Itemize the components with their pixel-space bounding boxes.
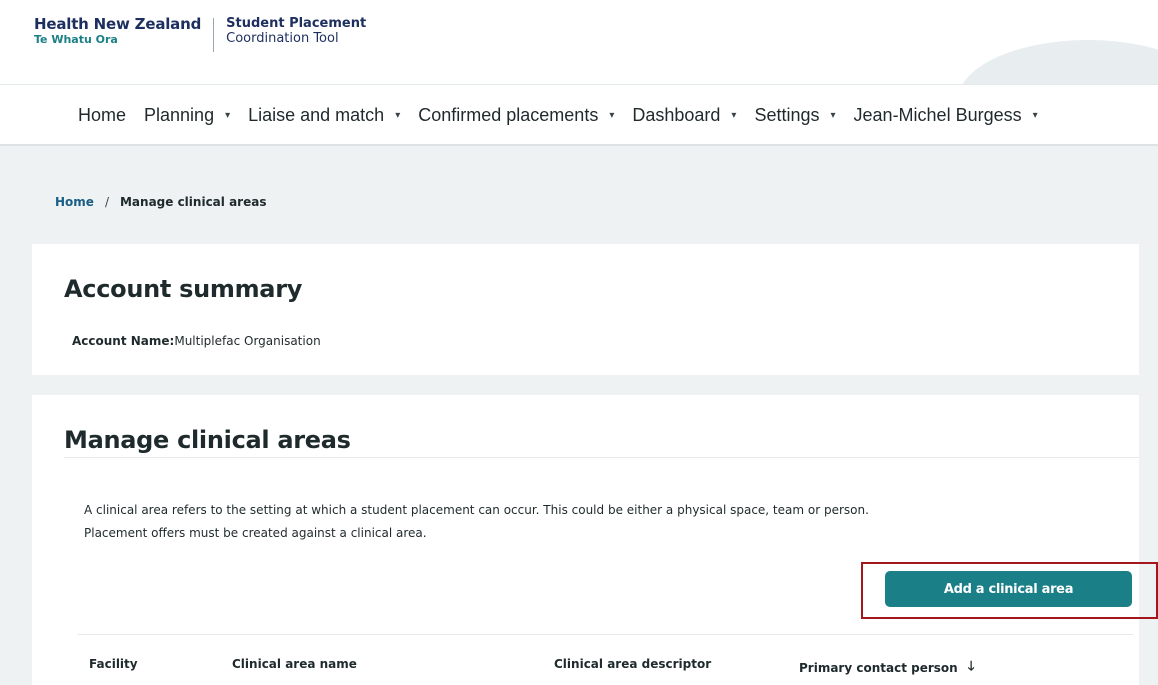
caret-down-icon: ▾	[731, 110, 737, 121]
breadcrumb-current: Manage clinical areas	[119, 195, 267, 209]
description: A clinical area refers to the setting at…	[84, 499, 1084, 545]
brand-subtitle: Te Whatu Ora	[34, 33, 118, 46]
caret-down-icon: ▾	[830, 110, 836, 121]
column-label: Facility	[89, 657, 138, 671]
column-header-primary-contact-person[interactable]: Primary contact person 🡓	[799, 657, 974, 679]
caret-down-icon: ▾	[1032, 110, 1038, 121]
column-label: Clinical area name	[232, 657, 357, 671]
nav-dashboard[interactable]: Dashboard ▾	[632, 105, 736, 126]
column-header-clinical-area-descriptor[interactable]: Clinical area descriptor	[554, 657, 711, 671]
nav-label: Settings	[754, 105, 820, 125]
column-header-clinical-area-name[interactable]: Clinical area name	[232, 657, 357, 671]
header-decoration	[958, 40, 1158, 84]
nav-label: Confirmed placements	[418, 105, 599, 125]
nav-liaise-and-match[interactable]: Liaise and match ▾	[248, 105, 400, 126]
breadcrumb-separator: /	[104, 195, 109, 209]
account-summary-title: Account summary	[64, 275, 303, 303]
site-header: Health New Zealand Te Whatu Ora Student …	[0, 0, 1158, 84]
description-line2: Placement offers must be created against…	[84, 526, 427, 540]
nav-settings[interactable]: Settings ▾	[754, 105, 835, 126]
nav-label: Planning	[144, 105, 215, 125]
nav-user-menu[interactable]: Jean-Michel Burgess ▾	[854, 105, 1038, 126]
account-name-row: Account Name:Multiplefac Organisation	[72, 334, 321, 348]
add-clinical-area-button[interactable]: Add a clinical area	[885, 571, 1132, 607]
account-summary-card: Account summary Account Name:Multiplefac…	[32, 244, 1139, 375]
nav-confirmed-placements[interactable]: Confirmed placements ▾	[418, 105, 614, 126]
nav-planning[interactable]: Planning ▾	[144, 105, 230, 126]
tool-name-line2: Coordination Tool	[226, 31, 339, 46]
caret-down-icon: ▾	[609, 110, 615, 121]
arrow-down-icon[interactable]: 🡓	[968, 657, 975, 679]
nav-label: Liaise and match	[248, 105, 385, 125]
account-name-value: Multiplefac Organisation	[174, 334, 321, 348]
title-divider	[64, 457, 1139, 458]
column-label: Clinical area descriptor	[554, 657, 712, 671]
brand-name: Health New Zealand	[34, 15, 202, 33]
tool-name-line1: Student Placement	[226, 16, 367, 31]
main-nav: Home Planning ▾ Liaise and match ▾ Confi…	[0, 84, 1158, 146]
account-name-label: Account Name:	[72, 334, 175, 348]
breadcrumb-home[interactable]: Home	[55, 195, 94, 209]
caret-down-icon: ▾	[395, 110, 401, 121]
nav-label: Home	[78, 105, 127, 125]
manage-clinical-areas-card: Manage clinical areas A clinical area re…	[32, 395, 1158, 685]
nav-items: Home Planning ▾ Liaise and match ▾ Confi…	[78, 105, 1038, 126]
caret-down-icon: ▾	[225, 110, 231, 121]
brand-logo[interactable]: Health New Zealand Te Whatu Ora Student …	[34, 16, 366, 52]
nav-label: Jean-Michel Burgess	[853, 105, 1022, 125]
breadcrumb: Home / Manage clinical areas	[55, 195, 266, 209]
description-line1: A clinical area refers to the setting at…	[84, 503, 869, 517]
column-header-facility[interactable]: Facility	[89, 657, 138, 671]
column-label: Primary contact person	[799, 661, 958, 675]
nav-home[interactable]: Home	[78, 105, 126, 126]
table-divider	[78, 634, 1133, 635]
highlight-box: Add a clinical area	[861, 562, 1158, 619]
page-title: Manage clinical areas	[64, 426, 351, 454]
nav-label: Dashboard	[632, 105, 721, 125]
